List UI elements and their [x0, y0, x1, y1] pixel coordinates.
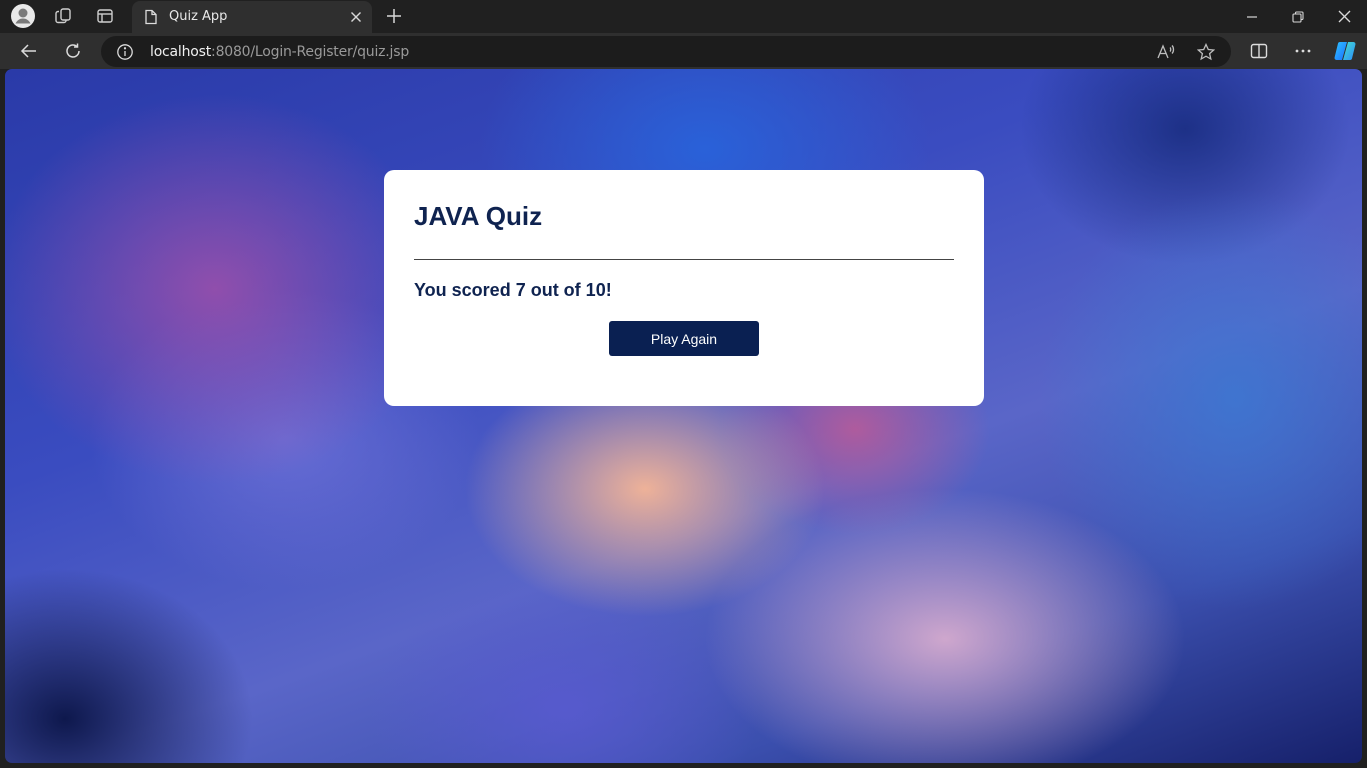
close-window-icon[interactable] [1321, 0, 1367, 33]
title-divider [414, 259, 954, 260]
tab-title: Quiz App [169, 9, 228, 24]
tab-quiz-app[interactable]: Quiz App [132, 1, 372, 33]
more-options-icon[interactable] [1288, 36, 1318, 66]
tab-close-icon[interactable] [346, 7, 366, 27]
page-document-icon [144, 9, 158, 25]
profile-avatar-icon[interactable] [8, 2, 38, 30]
address-bar[interactable]: localhost:8080/Login-Register/quiz.jsp [101, 36, 1231, 67]
workspaces-icon[interactable] [48, 2, 78, 30]
url-text[interactable]: localhost:8080/Login-Register/quiz.jsp [150, 44, 409, 60]
restore-icon[interactable] [1275, 0, 1321, 33]
browser-title-bar: Quiz App [0, 0, 1367, 33]
quiz-result-card: JAVA Quiz You scored 7 out of 10! Play A… [384, 170, 984, 406]
page-viewport: JAVA Quiz You scored 7 out of 10! Play A… [5, 69, 1362, 763]
score-text: You scored 7 out of 10! [414, 280, 612, 300]
play-again-button[interactable]: Play Again [609, 321, 759, 356]
copilot-icon[interactable] [1330, 36, 1360, 66]
quiz-title: JAVA Quiz [414, 201, 543, 231]
split-screen-icon[interactable] [1244, 36, 1274, 66]
url-host: localhost [150, 44, 212, 60]
browser-toolbar: localhost:8080/Login-Register/quiz.jsp [0, 33, 1367, 69]
refresh-icon[interactable] [58, 36, 88, 66]
favorite-star-icon[interactable] [1194, 40, 1218, 64]
url-path: :8080/Login-Register/quiz.jsp [211, 44, 410, 60]
tab-actions-icon[interactable] [90, 2, 120, 30]
minimize-icon[interactable] [1229, 0, 1275, 33]
new-tab-icon[interactable] [380, 2, 408, 30]
read-aloud-icon[interactable] [1154, 40, 1178, 64]
back-arrow-icon[interactable] [14, 36, 44, 66]
site-info-icon[interactable] [116, 43, 134, 61]
